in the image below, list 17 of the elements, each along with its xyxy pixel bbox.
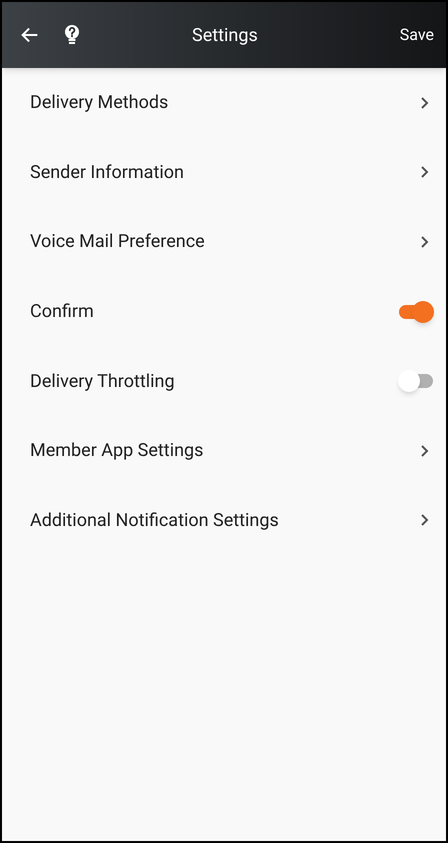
setting-label: Voice Mail Preference bbox=[30, 230, 205, 254]
toggle-switch[interactable] bbox=[398, 370, 434, 392]
setting-label: Additional Notification Settings bbox=[30, 508, 279, 533]
screen-title: Settings bbox=[191, 24, 259, 48]
save-button[interactable]: Save bbox=[400, 23, 434, 47]
setting-label: Delivery Throttling bbox=[30, 370, 175, 394]
setting-label: Confirm bbox=[30, 300, 94, 324]
setting-label: Sender Information bbox=[30, 160, 184, 185]
toggle-switch[interactable] bbox=[398, 300, 434, 323]
setting-label: Delivery Methods bbox=[30, 91, 168, 116]
chevron-right-icon[interactable] bbox=[420, 444, 430, 458]
chevron-right-icon[interactable] bbox=[420, 234, 430, 249]
chevron-right-icon[interactable] bbox=[420, 513, 430, 528]
chevron-right-icon[interactable] bbox=[420, 96, 430, 110]
lightbulb-help-icon[interactable] bbox=[64, 24, 80, 46]
setting-label: Member App Settings bbox=[30, 439, 204, 464]
chevron-right-icon[interactable] bbox=[420, 165, 430, 180]
